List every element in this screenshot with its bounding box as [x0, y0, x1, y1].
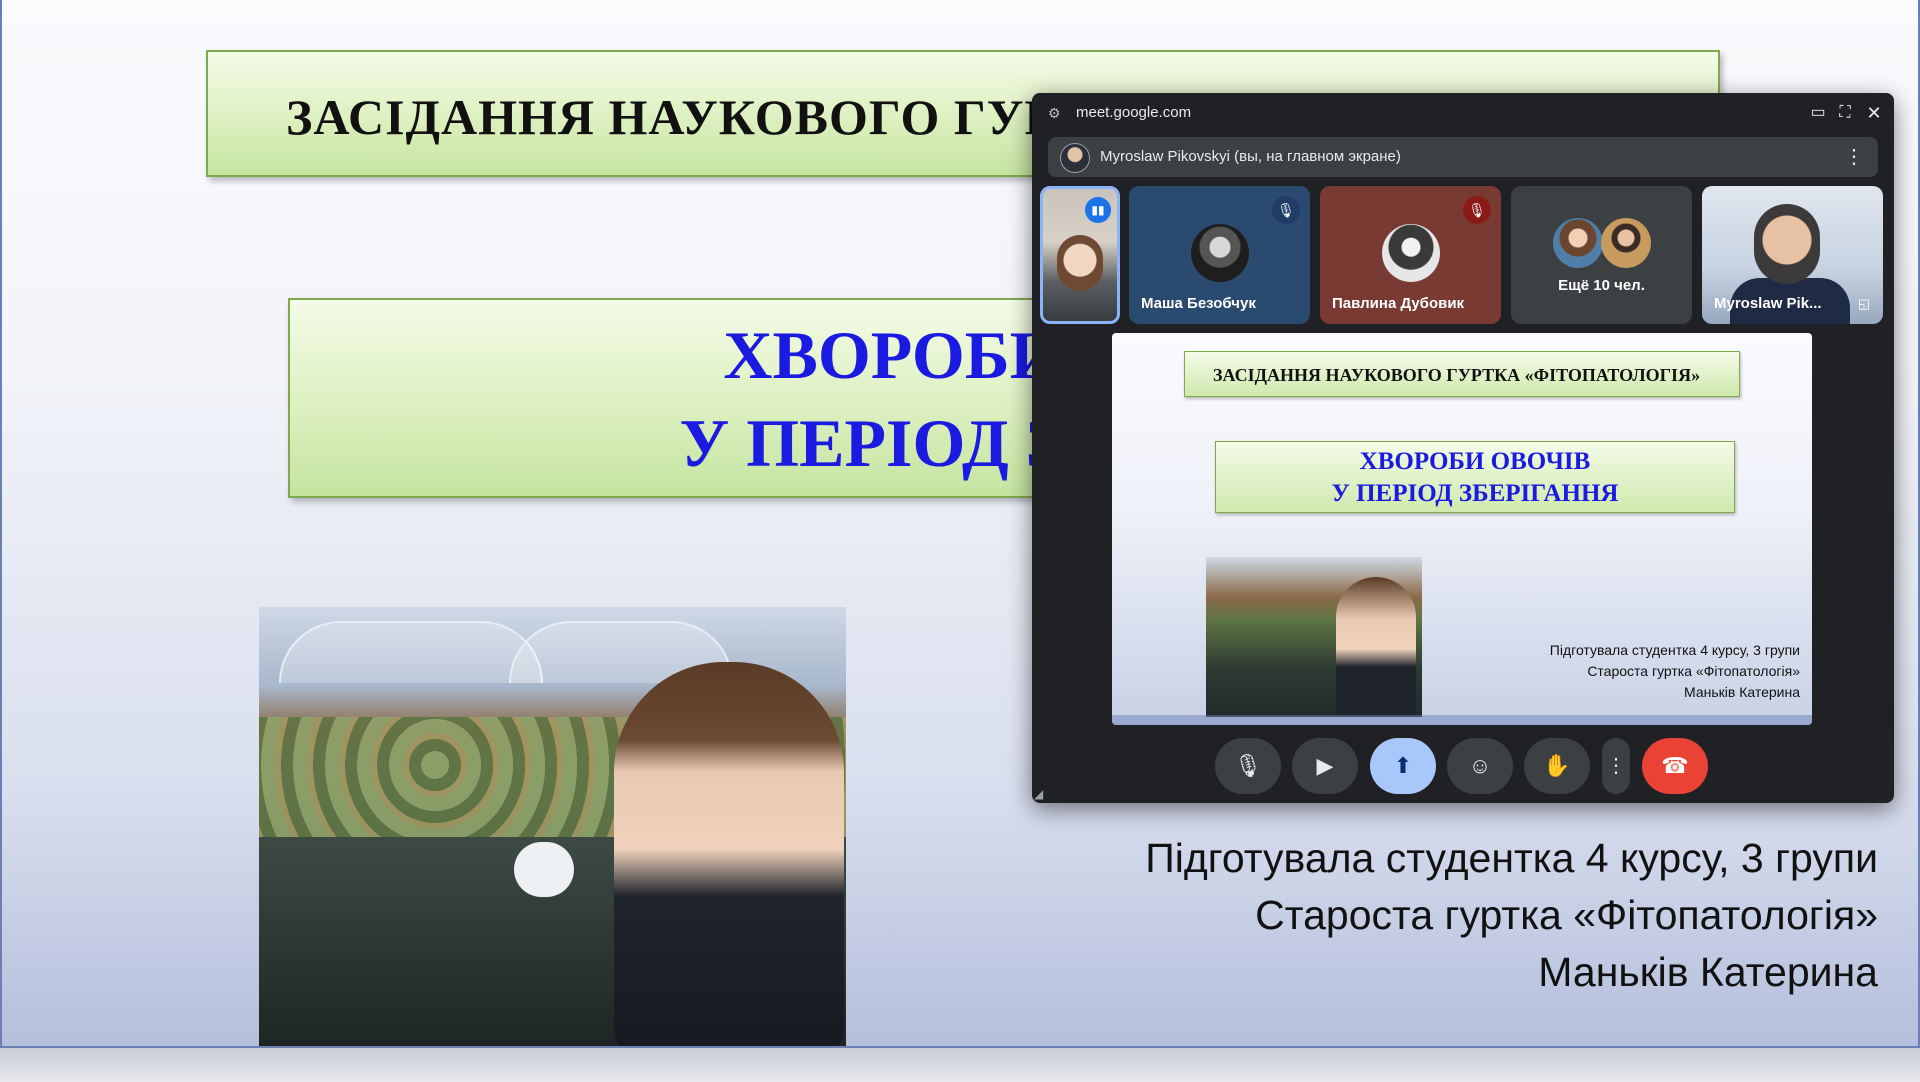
end-call-icon: ☎: [1661, 753, 1689, 778]
participant-tile-masha[interactable]: 🎙 Маша Безобчук: [1129, 186, 1310, 324]
student-figure: [1336, 577, 1416, 717]
mic-icon: 🎙: [1234, 753, 1262, 778]
resize-handle-icon[interactable]: ◢: [1034, 787, 1048, 801]
avatar: [1553, 218, 1603, 268]
avatar: [1190, 224, 1249, 282]
present-button[interactable]: ⬆: [1370, 738, 1436, 794]
slide-title-top: ЗАСІДАННЯ НАУКОВОГО ГУРТ: [286, 89, 1091, 145]
mic-button[interactable]: 🎙: [1215, 738, 1281, 794]
pip-titlebar[interactable]: ⚙ meet.google.com ▭ ⛶ ✕: [1032, 93, 1894, 133]
shared-title-line1: ХВОРОБИ ОВОЧІВ: [1359, 448, 1591, 475]
participant-video: [1754, 204, 1820, 284]
shared-title-banner: ЗАСІДАННЯ НАУКОВОГО ГУРТКА «ФІТОПАТОЛОГІ…: [1184, 351, 1740, 397]
shared-title-line2: У ПЕРІОД ЗБЕРІГАННЯ: [1331, 480, 1619, 507]
emoji-button[interactable]: ☺: [1447, 738, 1513, 794]
meet-pip-window[interactable]: ⚙ meet.google.com ▭ ⛶ ✕ Myroslaw Pikovsk…: [1032, 93, 1894, 803]
more-participants-label: Ещё 10 чел.: [1558, 277, 1645, 294]
speaking-indicator-icon: ▮▮: [1085, 197, 1111, 223]
call-controls: 🎙 ▶ ⬆ ☺ ✋ ⋮ ☎: [1032, 738, 1894, 798]
divider: [1112, 715, 1812, 725]
participant-tile-more[interactable]: Ещё 10 чел.: [1511, 186, 1692, 324]
expand-icon[interactable]: ⛶: [1833, 101, 1857, 125]
shared-main-title-banner: ХВОРОБИ ОВОЧІВ У ПЕРІОД ЗБЕРІГАННЯ: [1215, 441, 1735, 513]
credit-line: Староста гуртка «Фітопатологія»: [1255, 892, 1878, 938]
more-vert-icon[interactable]: ⋮: [1844, 145, 1864, 169]
participant-name: Павлина Дубовик: [1332, 295, 1465, 312]
student-figure: [614, 662, 844, 1046]
shared-screen: ЗАСІДАННЯ НАУКОВОГО ГУРТКА «ФІТОПАТОЛОГІ…: [1112, 333, 1812, 725]
close-icon[interactable]: ✕: [1862, 101, 1886, 125]
taskbar-strip: [0, 1046, 1920, 1082]
participant-tile-self[interactable]: ▮▮: [1040, 186, 1120, 324]
picture-in-picture-icon[interactable]: ◱: [1853, 296, 1875, 314]
mic-off-icon: 🎙: [1463, 196, 1491, 224]
participant-video: [1057, 235, 1103, 291]
shared-photo: [1206, 557, 1422, 717]
slide-credits: Підготувала студентка 4 курсу, 3 групи С…: [1145, 830, 1878, 1001]
credit-line: Підготувала студентка 4 курсу, 3 групи: [1145, 835, 1878, 881]
avatar: [1060, 143, 1090, 173]
camera-button[interactable]: ▶: [1292, 738, 1358, 794]
camera-icon: ▶: [1316, 753, 1334, 778]
raise-hand-icon: ✋: [1543, 753, 1571, 778]
credit-line: Староста гуртка «Фітопатологія»: [1587, 663, 1800, 679]
slide-photo: [259, 607, 846, 1046]
credit-line: Маньків Катерина: [1684, 684, 1800, 700]
participant-name: Myroslaw Pik...: [1714, 295, 1822, 312]
shared-credits: Підготувала студентка 4 курсу, 3 групи С…: [1550, 640, 1800, 703]
glove: [514, 842, 574, 897]
more-vert-icon: ⋮: [1606, 755, 1626, 777]
presenter-bar[interactable]: Myroslaw Pikovskyi (вы, на главном экран…: [1048, 137, 1878, 177]
avatar: [1601, 218, 1651, 268]
end-call-button[interactable]: ☎: [1642, 738, 1708, 794]
picture-in-picture-icon[interactable]: ▭: [1806, 101, 1830, 125]
greenhouse-shape: [279, 621, 543, 683]
tune-icon[interactable]: ⚙: [1048, 105, 1064, 121]
avatar: [1381, 224, 1440, 282]
presenter-name: Myroslaw Pikovskyi (вы, на главном экран…: [1100, 148, 1401, 165]
participant-tile-pavlina[interactable]: 🎙 Павлина Дубовик: [1320, 186, 1501, 324]
emoji-icon: ☺: [1468, 753, 1492, 778]
pip-url: meet.google.com: [1076, 104, 1192, 121]
shared-title-top: ЗАСІДАННЯ НАУКОВОГО ГУРТКА «ФІТОПАТОЛОГІ…: [1213, 365, 1701, 385]
mic-off-icon: 🎙: [1272, 196, 1300, 224]
participant-name: Маша Безобчук: [1141, 295, 1256, 312]
credit-line: Маньків Катерина: [1538, 949, 1878, 995]
participant-tile-myroslaw[interactable]: Myroslaw Pik... ◱: [1702, 186, 1883, 324]
more-options-button[interactable]: ⋮: [1602, 738, 1630, 794]
present-screen-icon: ⬆: [1393, 753, 1413, 778]
credit-line: Підготувала студентка 4 курсу, 3 групи: [1549, 642, 1800, 658]
raise-hand-button[interactable]: ✋: [1524, 738, 1590, 794]
